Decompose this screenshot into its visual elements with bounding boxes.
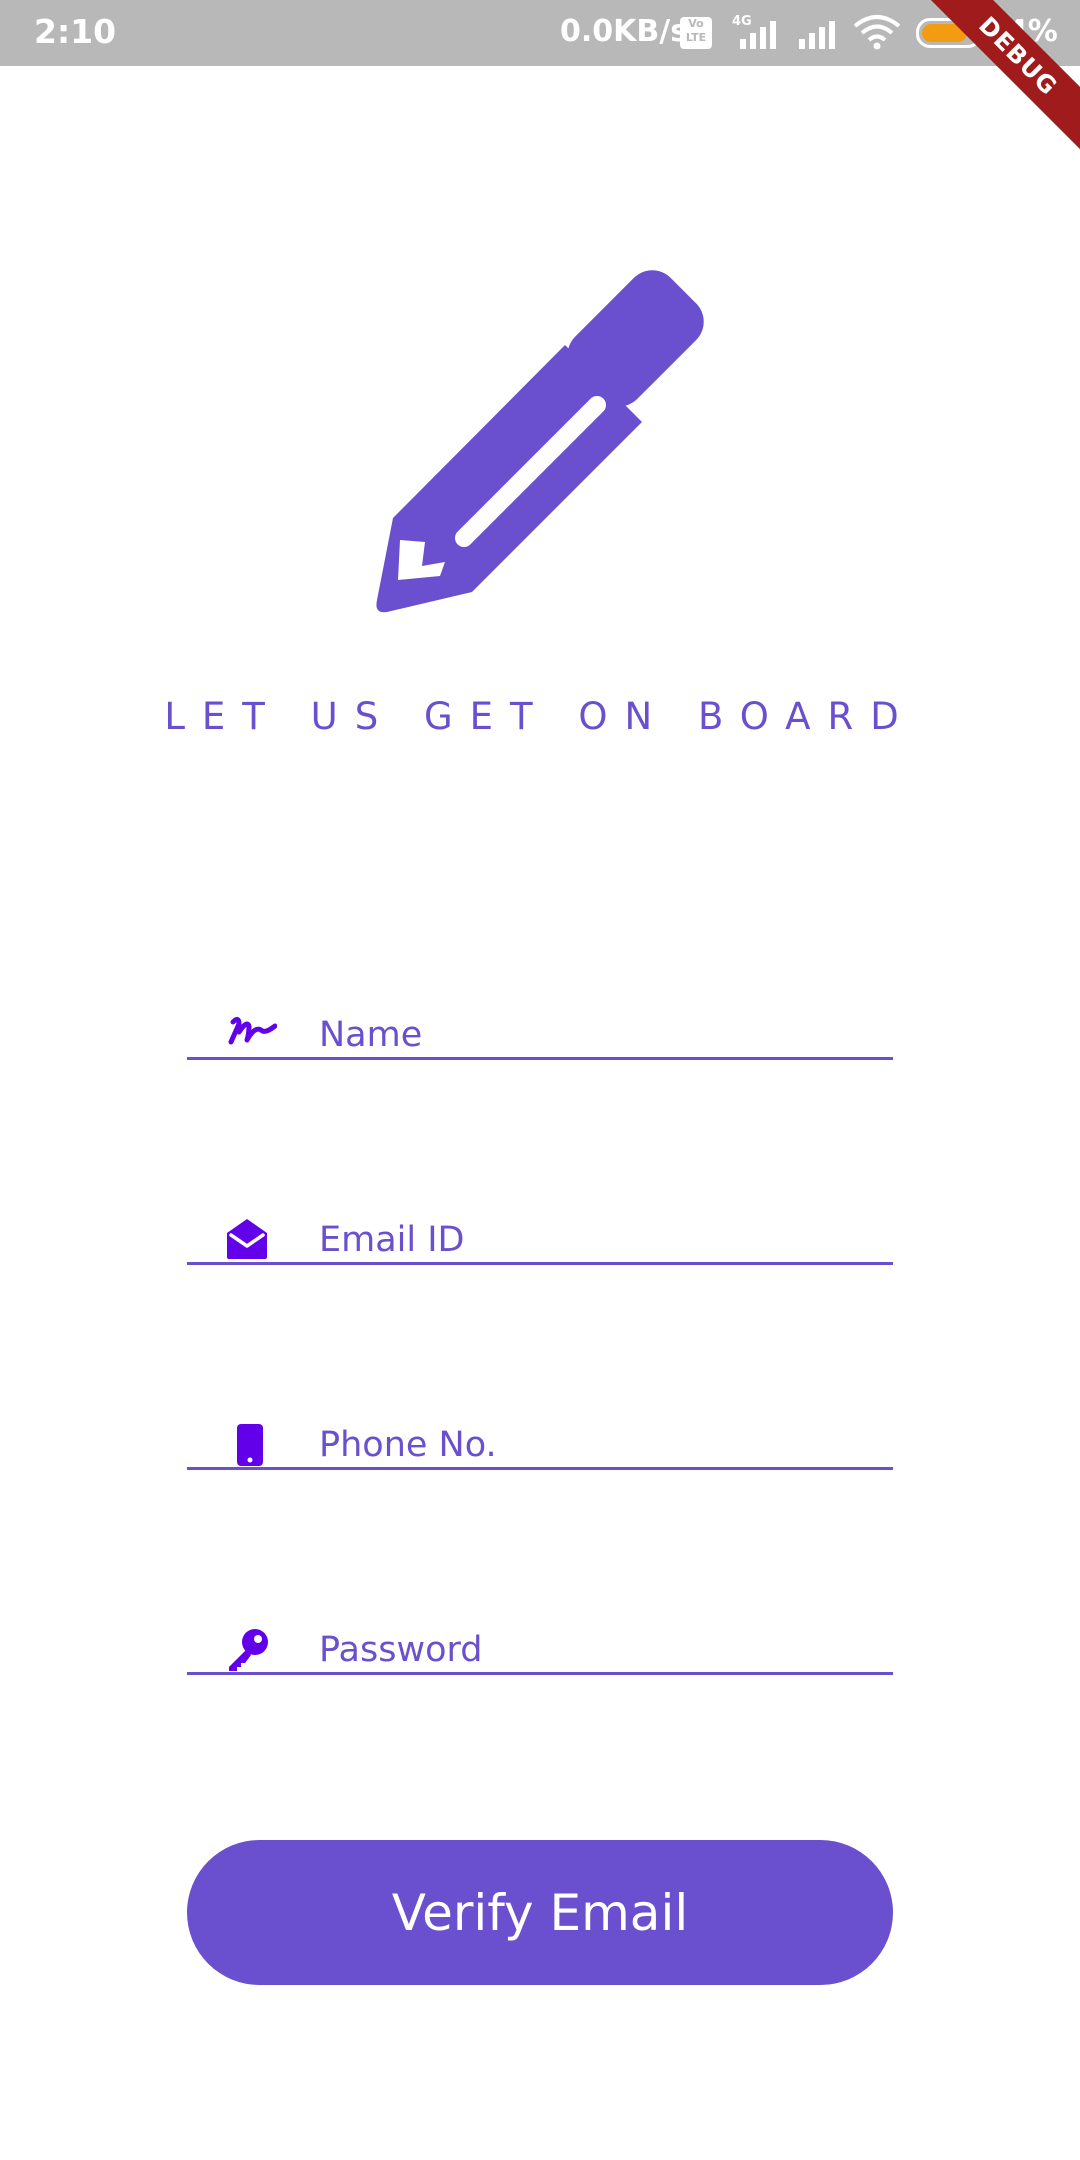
pencil-icon bbox=[376, 270, 704, 613]
wifi-icon bbox=[853, 15, 901, 50]
debug-banner: DEBUG bbox=[920, 0, 1080, 160]
status-bar: 2:10 0.0KB/s VoLTE 4G 84% bbox=[0, 0, 1080, 66]
phone-input[interactable] bbox=[319, 1420, 879, 1470]
password-input[interactable] bbox=[319, 1625, 879, 1675]
email-input[interactable] bbox=[319, 1215, 879, 1265]
signal-icon bbox=[799, 21, 835, 49]
mobile-phone-icon bbox=[237, 1424, 263, 1466]
page-title: LET US GET ON BOARD bbox=[164, 695, 916, 738]
envelope-open-icon bbox=[227, 1219, 267, 1259]
password-field[interactable] bbox=[187, 1575, 893, 1675]
key-icon bbox=[229, 1629, 268, 1671]
name-input[interactable] bbox=[319, 1010, 879, 1060]
status-time: 2:10 bbox=[34, 12, 117, 51]
verify-email-button[interactable]: Verify Email bbox=[187, 1840, 893, 1985]
signal-icon bbox=[740, 21, 776, 49]
volte-icon: Vo LTE bbox=[680, 17, 712, 49]
phone-field[interactable] bbox=[187, 1370, 893, 1470]
network-speed: 0.0KB/s bbox=[560, 14, 689, 49]
debug-banner-label: DEBUG bbox=[920, 0, 1080, 157]
email-field[interactable] bbox=[187, 1165, 893, 1265]
name-field[interactable] bbox=[187, 960, 893, 1060]
signature-icon bbox=[228, 1016, 277, 1045]
